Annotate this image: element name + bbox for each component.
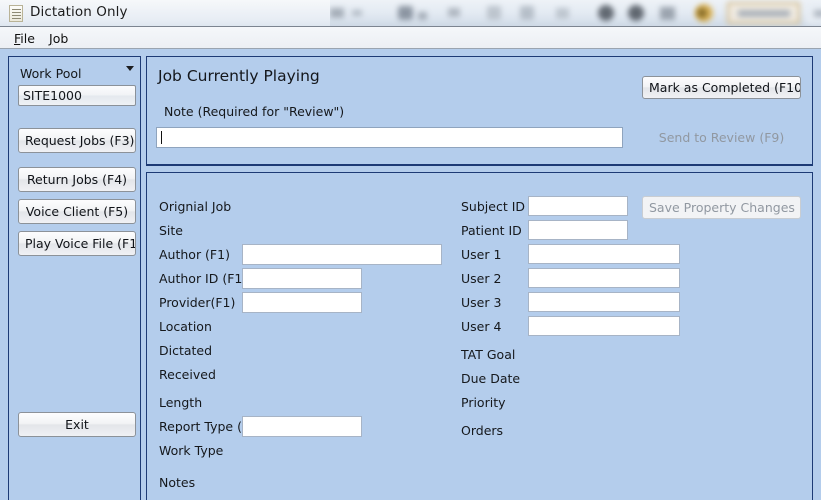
document-lines-icon [9,5,23,22]
subject-id-input[interactable] [528,196,628,216]
request-jobs-button[interactable]: Request Jobs (F3) [18,128,136,153]
report-type-input[interactable] [242,416,362,437]
provider-input[interactable] [242,292,362,313]
form-body: Work Pool SITE1000 Request Jobs (F3) Ret… [0,49,821,500]
job-currently-playing-panel: Job Currently Playing Note (Required for… [146,56,813,166]
menu-item-file[interactable]: File [9,30,40,47]
author-input[interactable] [242,244,442,265]
dictated-label: Dictated [159,343,213,358]
menu-item-job[interactable]: Job [44,30,73,47]
user-3-label: User 3 [461,295,502,310]
priority-label: Priority [461,395,506,410]
orders-label: Orders [461,423,504,438]
user-2-label: User 2 [461,271,502,286]
title-bar: Dictation Only [0,0,821,27]
job-currently-playing-heading: Job Currently Playing [158,67,320,85]
user-2-input[interactable] [528,268,680,288]
site-label: Site [159,223,183,238]
user-1-label: User 1 [461,247,502,262]
patient-id-label: Patient ID [461,223,522,238]
play-voice-file-button[interactable]: Play Voice File (F1) [18,231,136,256]
work-pool-select[interactable]: SITE1000 [18,85,136,106]
note-label: Note (Required for "Review") [164,104,345,119]
notes-label: Notes [159,475,196,490]
sidebar-panel: Work Pool SITE1000 Request Jobs (F3) Ret… [8,56,141,500]
note-input[interactable] [156,127,623,148]
tat-goal-label: TAT Goal [461,347,516,362]
work-pool-label: Work Pool [20,66,82,81]
voice-client-button[interactable]: Voice Client (F5) [18,199,136,224]
patient-id-input[interactable] [528,220,628,240]
author-id-input[interactable] [242,268,362,289]
chevron-down-icon [126,66,134,71]
length-label: Length [159,395,203,410]
return-jobs-button[interactable]: Return Jobs (F4) [18,167,136,192]
exit-button[interactable]: Exit [18,412,136,437]
work-type-label: Work Type [159,443,224,458]
mark-as-completed-button[interactable]: Mark as Completed (F10) [642,76,801,99]
received-label: Received [159,367,216,382]
dictation-only-window: Dictation Only File Job Work Pool SITE10… [0,0,821,500]
menu-bar: File Job [0,27,821,49]
provider-label: Provider(F1) [159,295,236,310]
subject-id-label: Subject ID [461,199,526,214]
send-to-review-button[interactable]: Send to Review (F9) [642,126,801,149]
original-job-label: Orignial Job [159,199,232,214]
user-4-input[interactable] [528,316,680,336]
user-4-label: User 4 [461,319,502,334]
save-property-changes-button[interactable]: Save Property Changes [642,196,801,219]
window-title: Dictation Only [30,4,128,20]
author-id-label: Author ID (F1) [159,271,248,286]
user-3-input[interactable] [528,292,680,312]
author-label: Author (F1) [159,247,230,262]
text-caret [161,131,162,144]
due-date-label: Due Date [461,371,521,386]
job-properties-panel: Orignial Job Site Author (F1) Author ID … [146,172,813,500]
user-1-input[interactable] [528,244,680,264]
location-label: Location [159,319,212,334]
